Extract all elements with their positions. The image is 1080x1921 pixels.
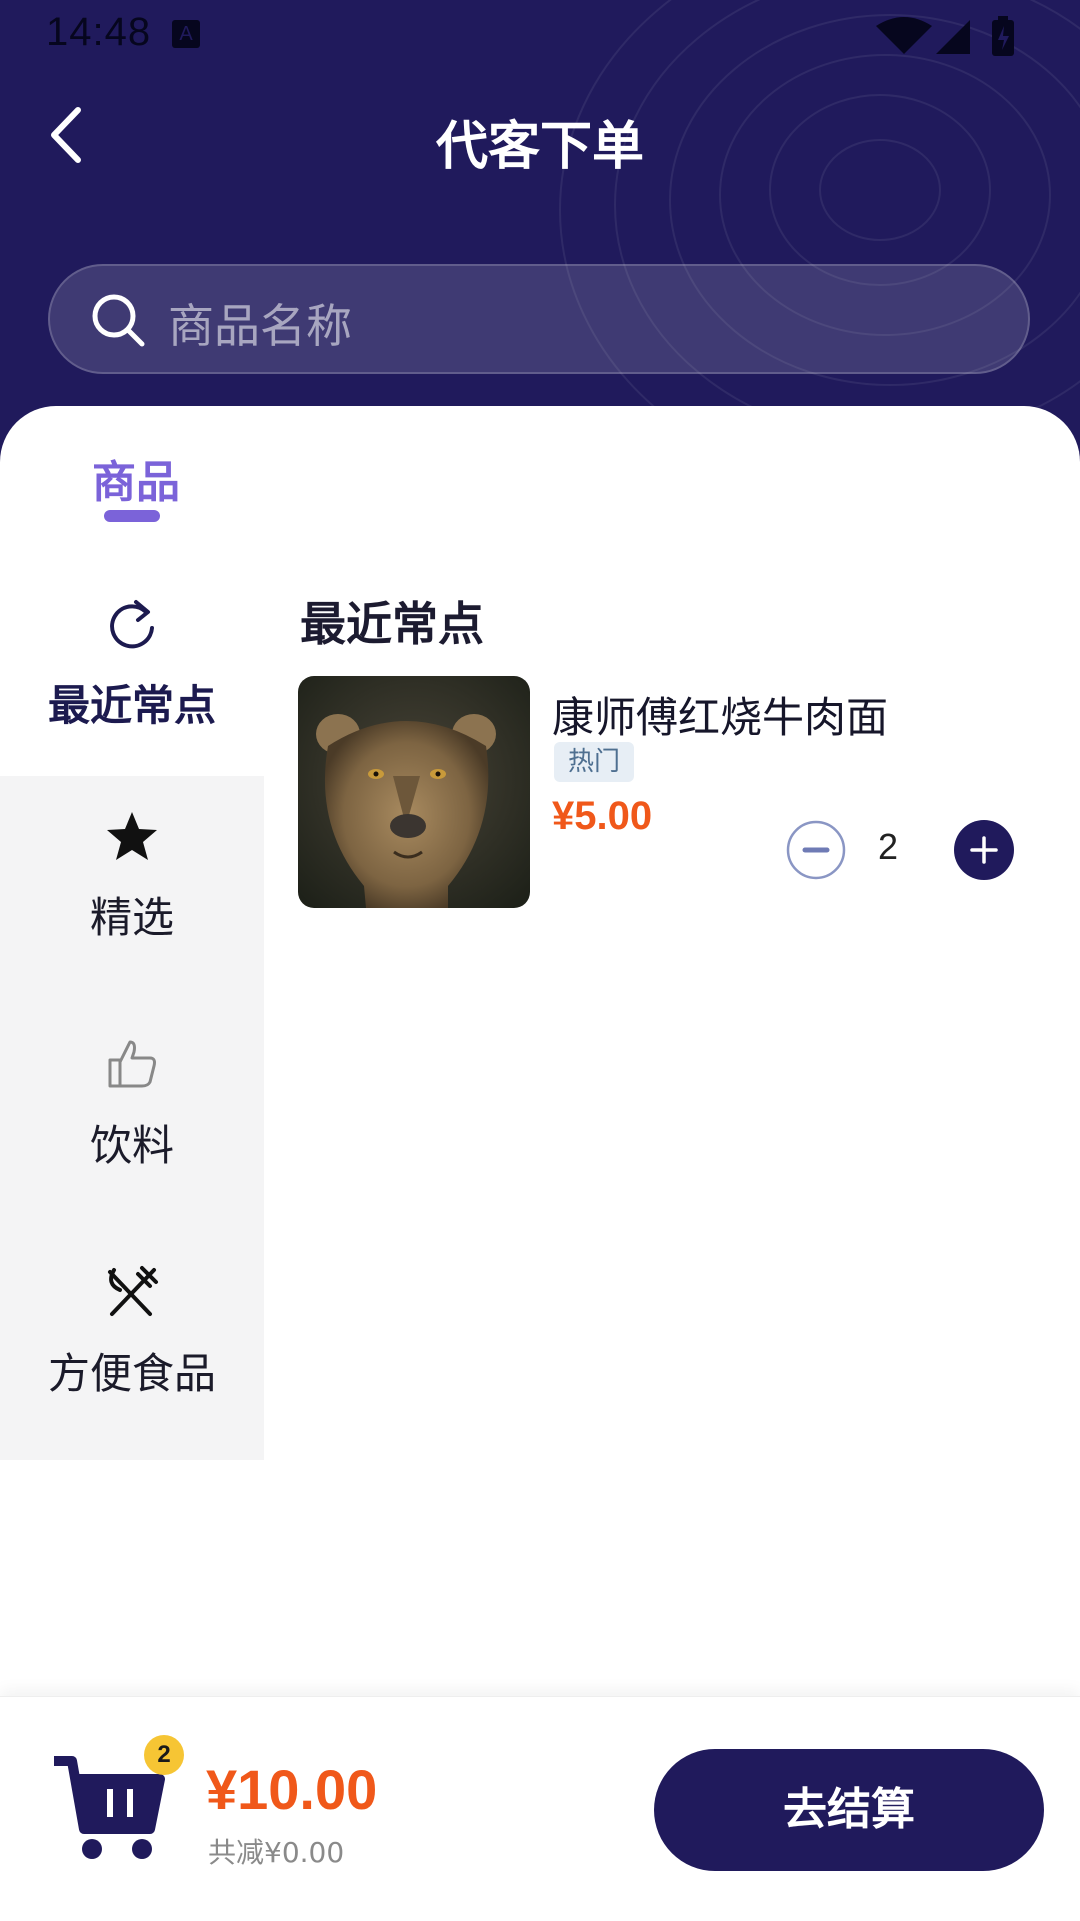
- product-tag: 热门: [554, 742, 635, 782]
- sidebar-item-label: 最近常点: [47, 681, 216, 730]
- lion-photo: [298, 676, 530, 908]
- notification-icon: A: [172, 20, 200, 48]
- sidebar-item-featured[interactable]: 精选: [0, 776, 264, 1004]
- header-background: 14:48 A 代客下单 商品名称: [0, 0, 1080, 470]
- section-title: 最近常点: [300, 597, 484, 651]
- sidebar-item-drinks[interactable]: 饮料: [0, 1004, 264, 1232]
- sidebar-item-convenience[interactable]: 方便食品: [0, 1232, 264, 1460]
- search-input[interactable]: 商品名称: [48, 264, 1030, 374]
- sidebar-item-label: 方便食品: [47, 1349, 216, 1398]
- discount-text: 共减¥0.00: [208, 1836, 345, 1869]
- search-icon: [92, 294, 145, 347]
- increase-quantity-button[interactable]: [954, 820, 1014, 880]
- category-sidebar: 最近常点 精选 饮料 方便食品: [0, 564, 264, 1460]
- status-bar: 14:48 A: [0, 0, 1080, 72]
- quantity-value: 2: [877, 826, 899, 867]
- checkout-bar: 2 ¥10.00 共减¥0.00 去结算: [0, 1696, 1080, 1921]
- cart-count-badge: 2: [144, 1735, 184, 1775]
- page-title: 代客下单: [435, 117, 644, 177]
- checkout-button[interactable]: 去结算: [654, 1749, 1044, 1871]
- total-price: ¥10.00: [206, 1758, 378, 1821]
- utensils-icon: [108, 1266, 158, 1316]
- status-icons: [876, 16, 1014, 56]
- product-name: 康师傅红烧牛肉面: [552, 693, 889, 742]
- wifi-icon: [876, 17, 932, 54]
- product-image: [298, 676, 530, 908]
- sidebar-item-label: 饮料: [89, 1121, 174, 1170]
- tab-products[interactable]: 商品: [92, 446, 180, 510]
- product-card[interactable]: 康师傅红烧牛肉面 热门 ¥5.00 2: [298, 676, 1058, 912]
- status-time: 14:48: [46, 10, 152, 54]
- tab-active-indicator: [104, 510, 160, 522]
- product-price: ¥5.00: [552, 794, 653, 838]
- search-placeholder: 商品名称: [168, 299, 352, 353]
- decrease-quantity-button[interactable]: [786, 820, 846, 880]
- sidebar-item-recent[interactable]: 最近常点: [0, 564, 264, 792]
- refresh-icon: [110, 600, 154, 649]
- thumbs-up-icon: [108, 1040, 156, 1088]
- signal-icon: [936, 20, 970, 54]
- star-icon: [107, 812, 157, 860]
- sidebar-item-label: 精选: [89, 893, 174, 942]
